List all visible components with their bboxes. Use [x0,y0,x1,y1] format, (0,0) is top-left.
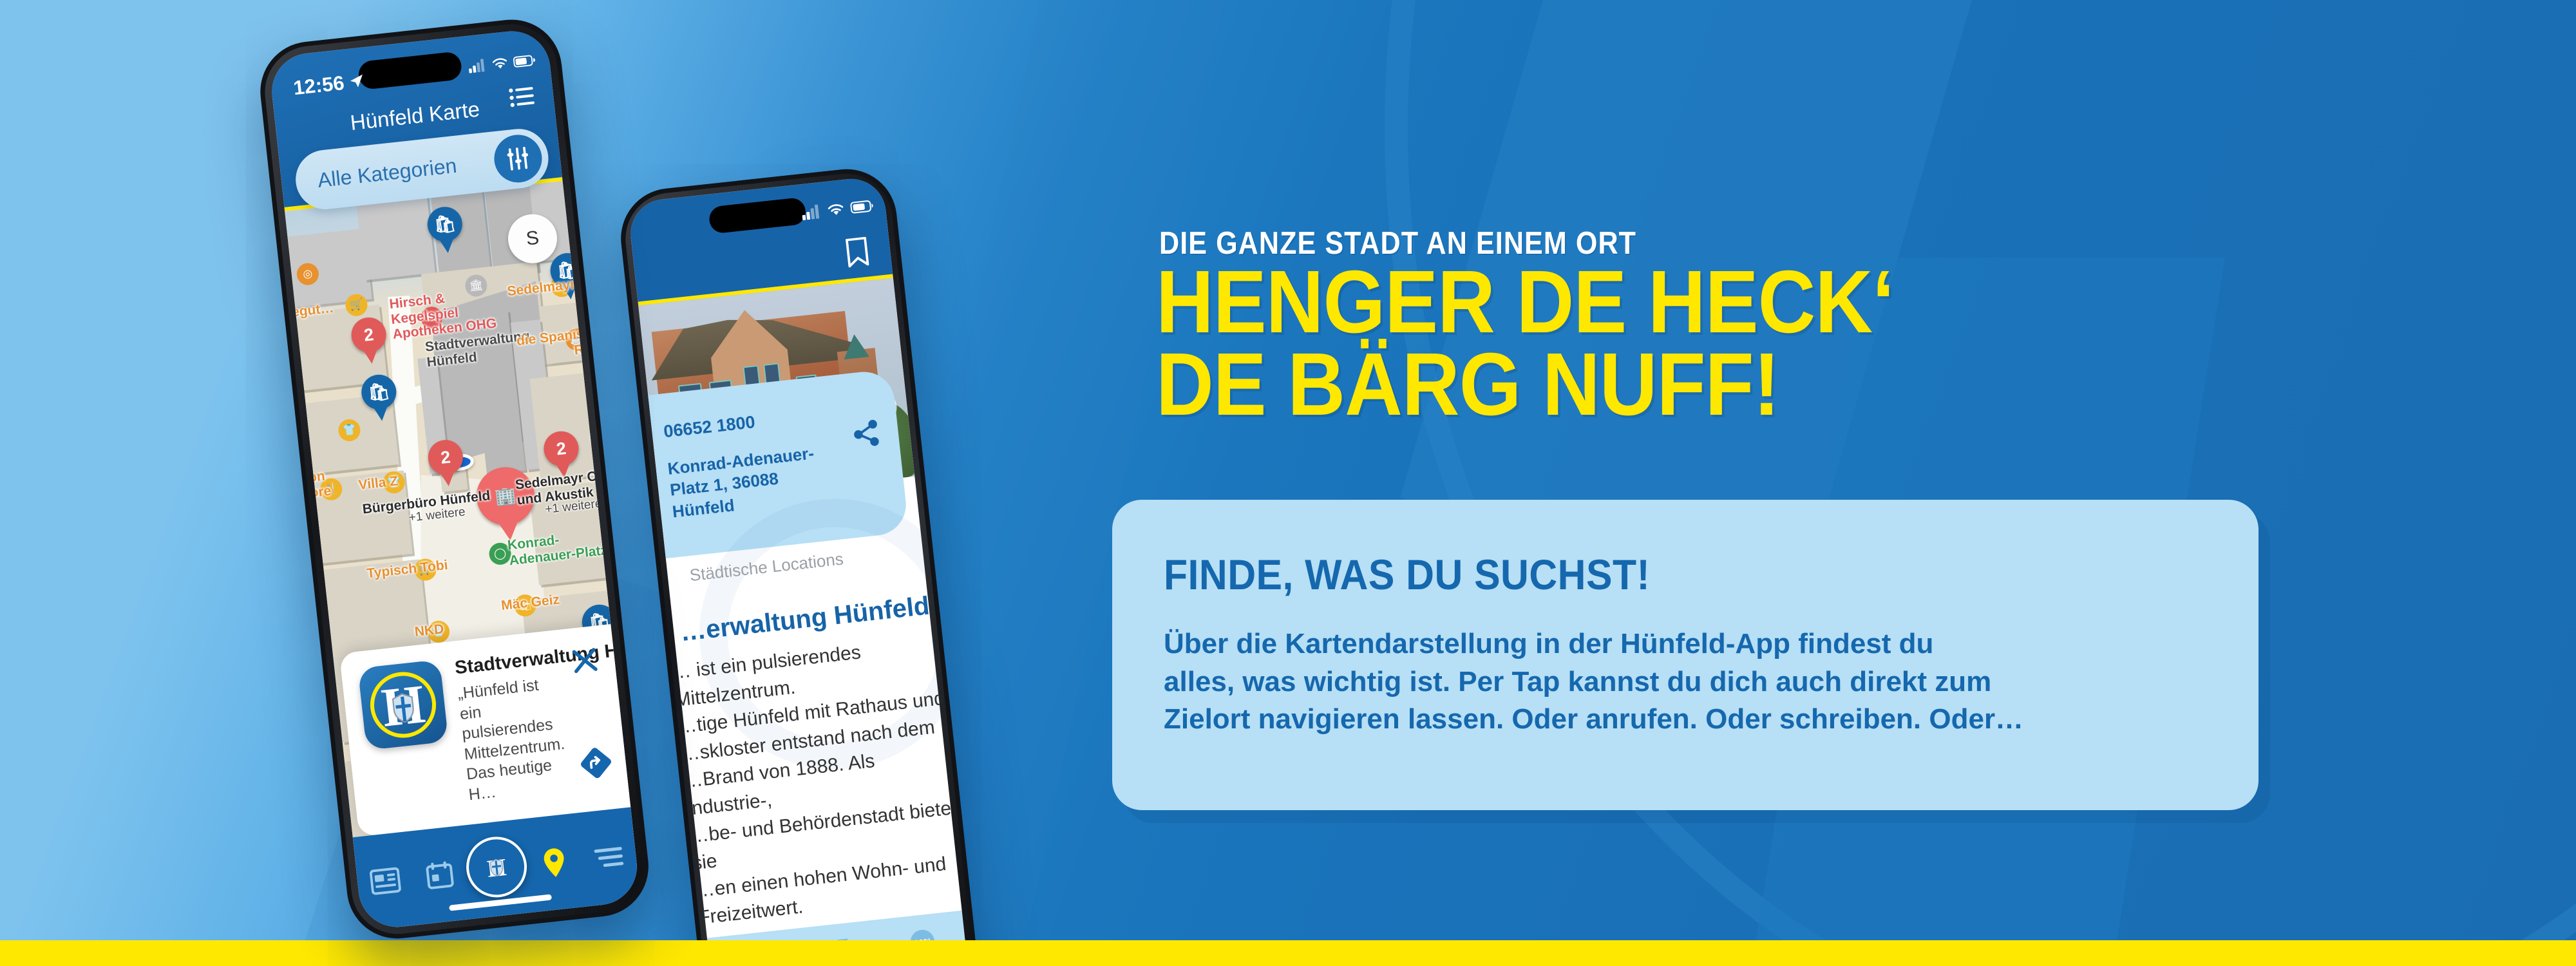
headline: HENGER DE HECK‘ DE BÄRG NUFF! [1156,258,1895,435]
location-arrow-icon [350,74,363,88]
card-title: Stadtverwaltung Hünfeld [453,634,641,679]
info-body-line: Über die Kartendarstellung in der Hünfel… [1164,628,1934,659]
navigate-arrow-icon[interactable] [578,744,614,781]
close-x-icon[interactable] [569,645,600,676]
calendar-icon [426,861,454,889]
battery-icon [513,55,535,68]
dynamic-island [357,51,463,91]
info-card-body: Über die Kartendarstellung in der Hünfel… [1164,625,2220,739]
wifi-icon [492,58,507,69]
tab-calendar[interactable] [411,858,468,893]
hamburger-menu-icon [594,847,623,867]
headline-line-2: DE BÄRG NUFF! [1156,335,1780,435]
card-snippet: „Hünfeld ist ein pulsierendes Mittelzent… [457,676,566,804]
signal-icon [802,204,820,221]
banner-stage: 06652 1800 Konrad-Adenauer-Platz 1, 3608… [0,0,2576,966]
status-bar [801,198,875,221]
map-label: NKD [413,621,445,639]
status-bar [468,53,536,73]
tab-more[interactable] [580,844,637,869]
sliders-filter-icon[interactable] [491,132,545,185]
battery-icon [850,200,873,214]
map-pin-shop[interactable]: 🛍 [426,205,465,254]
search-input[interactable]: Alle Kategorien [294,149,495,194]
map-pin-cluster[interactable]: 2 [349,316,389,365]
info-card: FINDE, WAS DU SUCHST! Über die Kartendar… [1112,500,2259,810]
map-pin-icon [544,848,564,877]
news-icon [369,867,401,895]
detail-paragraph: … ist ein pulsierendes Mittelzentrum. …t… [670,641,958,929]
home-crest-icon: H [463,833,530,901]
info-body-line: alles, was wichtig ist. Per Tap kannst d… [1164,665,1992,697]
location-preview-card[interactable]: H Stadtverwaltung Hünfeld „Hünfeld ist e… [339,623,641,837]
phone-number[interactable]: 06652 1800 [663,399,877,442]
wifi-icon [828,204,844,215]
app-logo-icon: H [357,659,449,751]
signal-icon [469,59,485,73]
list-menu-icon[interactable] [509,86,535,108]
info-card-title: FINDE, WAS DU SUCHST! [1164,551,1651,598]
share-icon[interactable] [850,418,881,449]
status-time: 12:56 [292,69,366,100]
bookmark-icon[interactable] [845,236,870,269]
tab-map[interactable] [526,844,583,881]
dynamic-island [708,196,807,234]
bottom-yellow-bar [0,940,2576,966]
info-body-line: Zielort navigieren lassen. Oder anrufen.… [1164,703,2024,735]
map-pin-shop[interactable]: 🛍 [359,373,399,422]
map-pin-cluster[interactable]: 2 [426,438,466,488]
tab-home[interactable]: H [463,833,530,901]
tab-news[interactable] [356,865,413,898]
